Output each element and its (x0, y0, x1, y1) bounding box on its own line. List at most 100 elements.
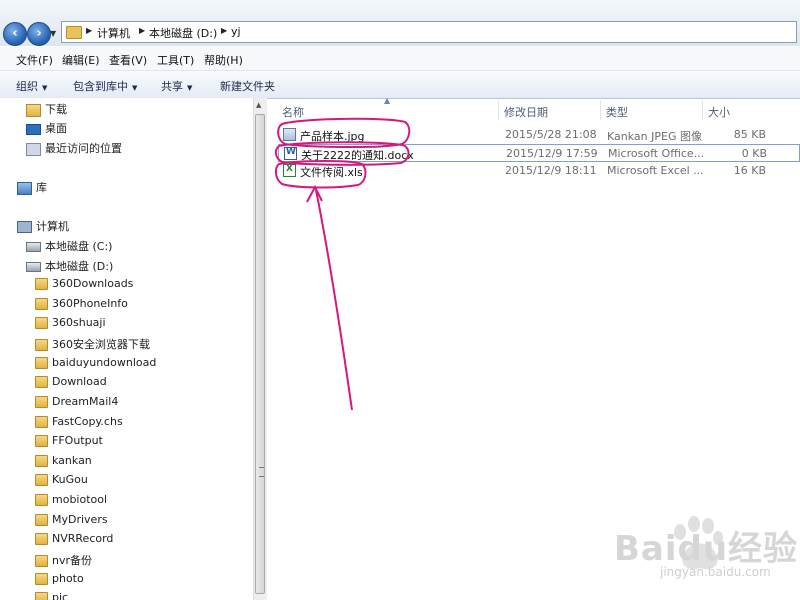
breadcrumb-separator-icon[interactable]: ▶ (221, 26, 227, 35)
folder-icon (35, 555, 48, 567)
nav-item-downloads[interactable]: 下载 (26, 101, 67, 119)
nav-folder[interactable]: baiduyundownload (35, 356, 156, 374)
column-name-header[interactable]: 名称 (282, 104, 304, 120)
column-size-header[interactable]: 大小 (708, 104, 730, 120)
folder-icon (35, 514, 48, 526)
nav-item-label: 计算机 (36, 220, 69, 233)
nav-folder[interactable]: MyDrivers (35, 513, 108, 531)
nav-folder[interactable]: photo (35, 572, 84, 590)
nav-item-label: 最近访问的位置 (45, 142, 122, 155)
new-folder-button[interactable]: 新建文件夹 (220, 78, 275, 94)
command-bar: 组织 ▼ 包含到库中 ▼ 共享 ▼ 新建文件夹 (0, 71, 800, 99)
annotation-arrow-head (306, 184, 323, 203)
downloads-folder-icon (26, 103, 41, 117)
folder-icon (35, 278, 48, 290)
nav-folder[interactable]: nvr备份 (35, 552, 92, 570)
nav-item-label: 桌面 (45, 122, 67, 135)
nav-item-libraries[interactable]: 库 (17, 179, 47, 197)
organize-button[interactable]: 组织 ▼ (16, 78, 47, 94)
breadcrumb-computer[interactable]: 计算机 (97, 25, 130, 41)
back-button[interactable]: ‹ (3, 22, 27, 46)
file-name: 关于2222的通知.docx (301, 149, 414, 162)
column-divider[interactable] (498, 100, 499, 120)
nav-folder[interactable]: kankan (35, 454, 92, 472)
nav-folder-label: MyDrivers (52, 513, 108, 526)
breadcrumb-separator-icon[interactable]: ▶ (139, 26, 145, 35)
column-modified-header[interactable]: 修改日期 (504, 104, 548, 120)
menu-file[interactable]: 文件(F) (16, 52, 53, 68)
nav-item-label: 本地磁盘 (D:) (45, 260, 114, 273)
nav-folder[interactable]: KuGou (35, 473, 88, 491)
annotation-arrow-line (315, 189, 353, 411)
nav-folder[interactable]: FastCopy.chs (35, 415, 123, 433)
folder-icon (35, 339, 48, 351)
file-type: Microsoft Office... (608, 147, 705, 160)
nav-folder[interactable]: DreamMail4 (35, 395, 118, 413)
nav-folder-label: NVRRecord (52, 532, 114, 545)
nav-folder-label: FFOutput (52, 434, 103, 447)
file-row[interactable]: 文件传阅.xls 2015/12/9 18:11 Microsoft Excel… (278, 162, 800, 180)
folder-icon (35, 317, 48, 329)
watermark-url: jingyan.baidu.com (660, 565, 771, 579)
nav-item-recent-places[interactable]: 最近访问的位置 (26, 140, 122, 158)
menu-tools[interactable]: 工具(T) (157, 52, 194, 68)
menu-view[interactable]: 查看(V) (109, 52, 147, 68)
nav-folder-label: 360shuaji (52, 316, 106, 329)
folder-icon (35, 455, 48, 467)
menu-help[interactable]: 帮助(H) (204, 52, 243, 68)
recent-places-icon (26, 142, 41, 156)
navigation-scrollbar[interactable]: ▲ (253, 98, 267, 600)
nav-folder-label: photo (52, 572, 84, 585)
scroll-up-arrow-icon[interactable]: ▲ (256, 101, 261, 109)
share-button[interactable]: 共享 ▼ (161, 78, 192, 94)
nav-folder-label: Download (52, 375, 107, 388)
nav-item-desktop[interactable]: 桌面 (26, 120, 67, 138)
scrollbar-grip-icon (259, 467, 264, 477)
include-in-library-label: 包含到库中 (73, 80, 128, 93)
libraries-icon (17, 181, 32, 195)
file-name: 产品样本.jpg (300, 130, 365, 143)
nav-folder[interactable]: mobiotool (35, 493, 107, 511)
scrollbar-thumb[interactable] (255, 114, 265, 594)
nav-folder[interactable]: FFOutput (35, 434, 103, 452)
file-type: Microsoft Excel ... (607, 164, 704, 177)
file-modified: 2015/12/9 17:59 (506, 147, 598, 160)
nav-folder[interactable]: 360PhoneInfo (35, 297, 128, 315)
file-row[interactable]: 关于2222的通知.docx 2015/12/9 17:59 Microsoft… (278, 144, 800, 162)
nav-item-label: 库 (36, 181, 47, 194)
folder-icon (35, 298, 48, 310)
nav-item-drive-c[interactable]: 本地磁盘 (C:) (26, 238, 112, 256)
address-box[interactable]: ▶ 计算机 ▶ 本地磁盘 (D:) ▶ yj (61, 21, 797, 43)
nav-item-drive-d[interactable]: 本地磁盘 (D:) (26, 258, 113, 276)
folder-icon (35, 592, 48, 600)
nav-folder[interactable]: NVRRecord (35, 532, 113, 550)
column-divider[interactable] (600, 100, 601, 120)
nav-folder-label: kankan (52, 454, 92, 467)
nav-folder[interactable]: pic (35, 591, 68, 600)
file-row[interactable]: 产品样本.jpg 2015/5/28 21:08 Kankan JPEG 图像 … (278, 126, 800, 144)
nav-folder[interactable]: 360安全浏览器下载 (35, 336, 150, 354)
nav-folder-label: 360PhoneInfo (52, 297, 128, 310)
folder-icon (35, 416, 48, 428)
dropdown-caret-icon: ▼ (187, 84, 193, 92)
menu-edit[interactable]: 编辑(E) (62, 52, 100, 68)
breadcrumb-drive-d[interactable]: 本地磁盘 (D:) (149, 25, 217, 41)
nav-folder[interactable]: Download (35, 375, 107, 393)
column-type-header[interactable]: 类型 (606, 104, 628, 120)
watermark-text: Baidu经验 (614, 529, 799, 569)
nav-folder[interactable]: 360Downloads (35, 277, 133, 295)
column-divider[interactable] (702, 100, 703, 120)
dropdown-caret-icon: ▼ (42, 84, 48, 92)
recent-pages-chevron-icon[interactable]: ▼ (50, 29, 56, 38)
nav-folder[interactable]: 360shuaji (35, 316, 106, 334)
forward-button[interactable]: › (27, 22, 51, 46)
dropdown-caret-icon: ▼ (132, 84, 138, 92)
nav-item-computer[interactable]: 计算机 (17, 218, 69, 236)
folder-icon (35, 376, 48, 388)
breadcrumb-yj[interactable]: yj (231, 25, 241, 38)
column-header: 名称 修改日期 类型 大小 (274, 100, 800, 120)
include-in-library-button[interactable]: 包含到库中 ▼ (73, 78, 137, 94)
breadcrumb-separator-icon[interactable]: ▶ (86, 26, 92, 35)
nav-folder-label: KuGou (52, 473, 88, 486)
nav-folder-label: baiduyundownload (52, 356, 157, 369)
